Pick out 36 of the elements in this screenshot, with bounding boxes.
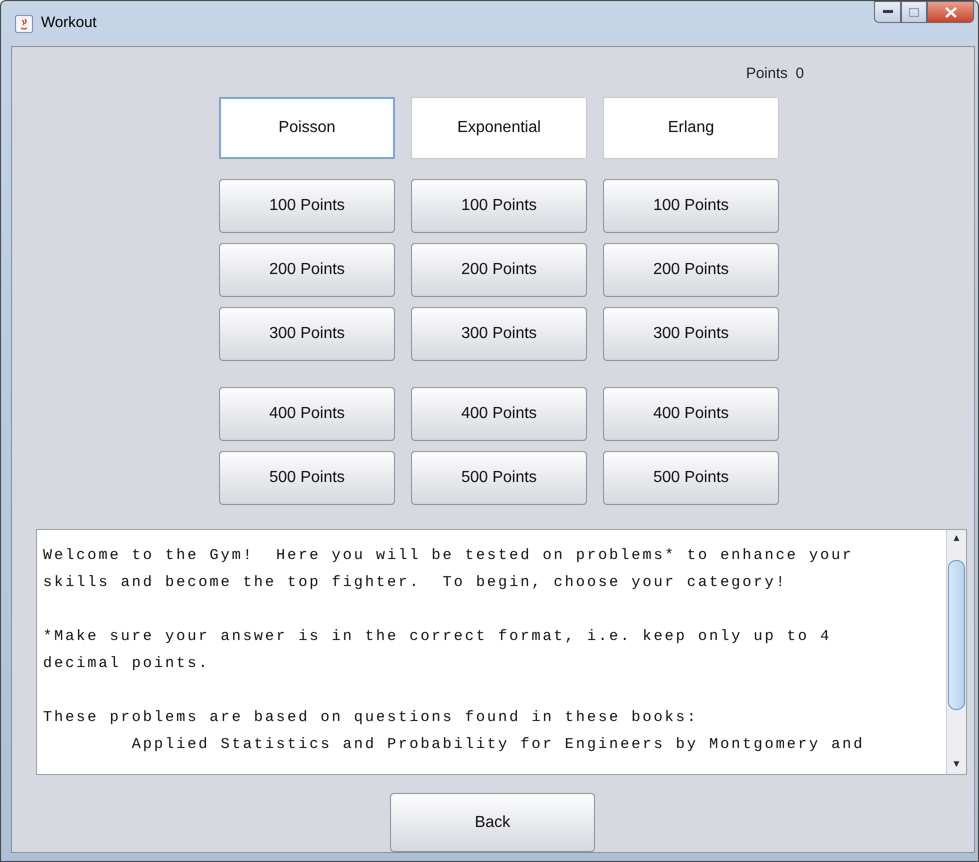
scrollbar[interactable]: ▲ ▼ — [946, 530, 966, 774]
points-button[interactable]: 200 Points — [411, 243, 587, 297]
points-button[interactable]: 500 Points — [603, 451, 779, 505]
scroll-up-button[interactable]: ▲ — [947, 530, 966, 548]
points-button[interactable]: 300 Points — [219, 307, 395, 361]
category-field[interactable]: Poisson — [219, 97, 395, 159]
points-button[interactable]: 400 Points — [411, 387, 587, 441]
points-button[interactable]: 200 Points — [603, 243, 779, 297]
back-button[interactable]: Back — [390, 793, 595, 852]
minimize-icon — [882, 10, 892, 14]
message-paragraph: Welcome to the Gym! Here you will be tested on problems* to enhance your skills and become the top fighter. To begin, choose your category! — [43, 546, 854, 593]
close-icon — [944, 6, 956, 18]
points-value: 0 — [796, 64, 804, 84]
points-button[interactable]: 100 Points — [411, 179, 587, 233]
maximize-button[interactable] — [901, 1, 927, 23]
points-button[interactable]: 300 Points — [411, 307, 587, 361]
points-button[interactable]: 200 Points — [219, 243, 395, 297]
scroll-down-button[interactable]: ▼ — [947, 756, 966, 774]
close-button[interactable] — [927, 1, 974, 23]
points-button[interactable]: 100 Points — [219, 179, 395, 233]
points-button[interactable]: 300 Points — [603, 307, 779, 361]
message-paragraph: *Make sure your answer is in the correct format, i.e. keep only up to 4 decimal points. — [43, 627, 832, 674]
points-button[interactable]: 500 Points — [411, 451, 587, 505]
message-paragraph: These problems are based on questions found in these books: Applied Statistics and Probability for Engineers by Montgomery and — [43, 708, 865, 755]
points-button[interactable]: 400 Points — [603, 387, 779, 441]
points-button[interactable]: 400 Points — [219, 387, 395, 441]
app-icon — [15, 14, 33, 32]
maximize-icon — [909, 8, 919, 16]
points-button[interactable]: 500 Points — [219, 451, 395, 505]
category-field[interactable]: Erlang — [603, 97, 779, 159]
window-title: Workout — [41, 13, 97, 34]
points-label: Points — [746, 64, 788, 84]
category-field[interactable]: Exponential — [411, 97, 587, 159]
points-button[interactable]: 100 Points — [603, 179, 779, 233]
minimize-button[interactable] — [874, 1, 901, 23]
scroll-thumb[interactable] — [948, 560, 965, 710]
